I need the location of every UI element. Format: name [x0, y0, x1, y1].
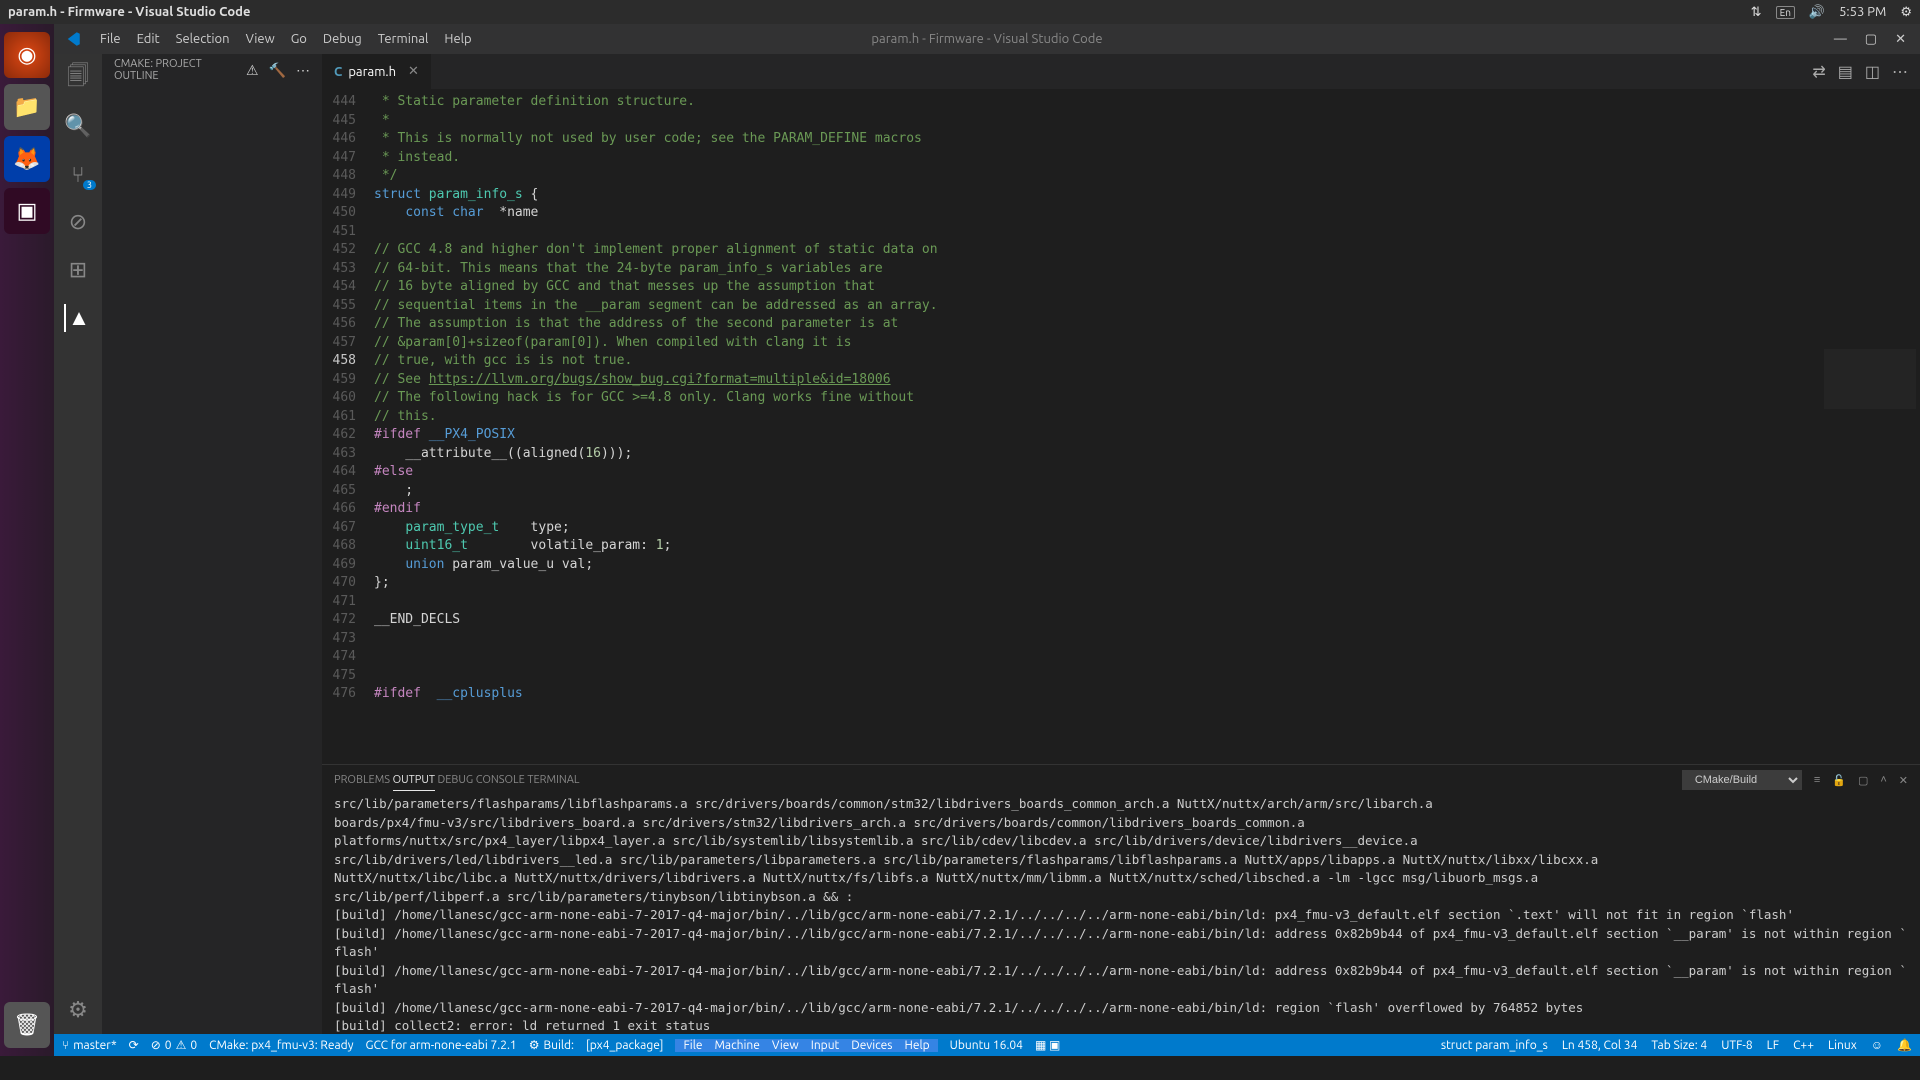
dash-icon[interactable]: ◉ — [4, 32, 50, 78]
panel-tab-bar: PROBLEMS OUTPUT DEBUG CONSOLE TERMINAL C… — [322, 765, 1920, 795]
sync-icon[interactable]: ⇅ — [1751, 5, 1762, 20]
files-icon[interactable]: 📁 — [4, 84, 50, 130]
notifications-icon[interactable]: 🔔 — [1897, 1038, 1912, 1052]
cursor-position[interactable]: Ln 458, Col 34 — [1562, 1038, 1638, 1052]
vm-menu-help[interactable]: Help — [905, 1039, 930, 1052]
compare-icon[interactable]: ⇄ — [1812, 62, 1825, 81]
menu-help[interactable]: Help — [436, 32, 479, 46]
menu-terminal[interactable]: Terminal — [370, 32, 437, 46]
sync-status-icon[interactable]: ⟳ — [129, 1038, 139, 1052]
panel-up-icon[interactable]: ˄ — [1880, 774, 1886, 786]
firefox-icon[interactable]: 🦊 — [4, 136, 50, 182]
vm-label: Ubuntu 16.04 — [950, 1039, 1023, 1052]
side-bar: CMAKE: PROJECT OUTLINE ⚠ 🔨 ⋯ — [102, 54, 322, 1034]
git-branch[interactable]: ⑂ master* — [62, 1039, 117, 1052]
line-gutter: 4444454464474484494504514524534544554564… — [322, 89, 374, 764]
tab-size[interactable]: Tab Size: 4 — [1651, 1038, 1707, 1052]
build-button[interactable]: ⚙ Build: — [529, 1038, 574, 1052]
vm-menu-file[interactable]: File — [683, 1039, 702, 1052]
panel-tab-terminal[interactable]: TERMINAL — [527, 774, 579, 786]
cmake-icon[interactable]: ▲ — [64, 304, 92, 332]
panel-close-icon[interactable]: ✕ — [1899, 774, 1908, 787]
minimize-icon[interactable]: — — [1834, 32, 1847, 47]
menu-selection[interactable]: Selection — [168, 32, 238, 46]
keyboard-lang[interactable]: En — [1776, 6, 1795, 19]
code-content[interactable]: * Static parameter definition structure.… — [374, 89, 1820, 764]
panel-tab-output[interactable]: OUTPUT — [393, 774, 435, 791]
output-channel-select[interactable]: CMake/Build — [1682, 770, 1802, 790]
split-icon[interactable]: ◫ — [1865, 62, 1880, 81]
tab-label: param.h — [348, 65, 396, 79]
vm-menu-devices[interactable]: Devices — [851, 1039, 892, 1052]
output-body[interactable]: src/lib/parameters/flashparams/libflashp… — [322, 795, 1920, 1034]
menu-file[interactable]: File — [92, 32, 129, 46]
encoding[interactable]: UTF-8 — [1721, 1038, 1752, 1052]
activity-bar: 🗐 🔍 ⑂ ⊘ ⊞ ▲ ⚙ — [54, 54, 102, 1034]
debug-icon[interactable]: ⊘ — [64, 208, 92, 236]
more-icon[interactable]: ⋯ — [296, 62, 310, 79]
terminal-icon[interactable]: ▣ — [4, 188, 50, 234]
window-title: param.h - Firmware - Visual Studio Code — [8, 5, 250, 19]
sidebar-header: CMAKE: PROJECT OUTLINE ⚠ 🔨 ⋯ — [102, 54, 322, 86]
system-tray: ⇅ En 🔊 5:53 PM ⚙ — [1751, 5, 1912, 20]
ubuntu-top-bar: param.h - Firmware - Visual Studio Code … — [0, 0, 1920, 24]
c-file-icon: C — [334, 65, 342, 79]
vscode-logo-icon — [64, 30, 82, 48]
editor-tab[interactable]: C param.h ✕ — [322, 54, 431, 89]
open-log-icon[interactable]: ▢ — [1858, 774, 1868, 787]
search-icon[interactable]: 🔍 — [64, 112, 92, 140]
panel-tab-problems[interactable]: PROBLEMS — [334, 774, 390, 786]
vm-menu-view[interactable]: View — [772, 1039, 799, 1052]
maximize-icon[interactable]: ▢ — [1865, 32, 1877, 47]
title-bar-text: param.h - Firmware - Visual Studio Code — [871, 32, 1102, 46]
menu-debug[interactable]: Debug — [315, 32, 370, 46]
tab-bar: C param.h ✕ ⇄ ▤ ◫ ⋯ — [322, 54, 1920, 89]
feedback-icon[interactable]: ☺ — [1871, 1038, 1883, 1052]
close-icon[interactable]: ✕ — [1895, 32, 1906, 47]
lock-scroll-icon[interactable]: 🔓 — [1832, 774, 1846, 787]
build-icon[interactable]: 🔨 — [269, 62, 286, 79]
explorer-icon[interactable]: 🗐 — [64, 64, 92, 92]
os-indicator[interactable]: Linux — [1828, 1038, 1857, 1052]
sidebar-title: CMAKE: PROJECT OUTLINE — [114, 58, 246, 82]
panel-tab-debug-console[interactable]: DEBUG CONSOLE — [437, 774, 524, 786]
source-control-icon[interactable]: ⑂ — [64, 160, 92, 188]
vm-menu-bar: File Machine View Input Devices Help — [675, 1039, 937, 1052]
menu-view[interactable]: View — [238, 32, 283, 46]
clock[interactable]: 5:53 PM — [1839, 5, 1886, 19]
language-mode[interactable]: C++ — [1793, 1038, 1814, 1052]
bottom-panel: PROBLEMS OUTPUT DEBUG CONSOLE TERMINAL C… — [322, 764, 1920, 1034]
context-indicator[interactable]: struct param_info_s — [1441, 1038, 1548, 1052]
warning-icon[interactable]: ⚠ — [246, 62, 259, 79]
menu-bar: FileEditSelectionViewGoDebugTerminalHelp… — [54, 24, 1920, 54]
vm-status-icon[interactable]: ▦ ▣ — [1035, 1038, 1060, 1052]
status-bar: ⑂ master* ⟳ ⊘ 0 ⚠ 0 CMake: px4_fmu-v3: R… — [54, 1034, 1920, 1056]
gear-icon[interactable]: ⚙ — [1900, 5, 1912, 20]
cmake-status[interactable]: CMake: px4_fmu-v3: Ready — [209, 1039, 353, 1052]
volume-icon[interactable]: 🔊 — [1809, 5, 1825, 20]
trash-icon[interactable]: 🗑 — [4, 1002, 50, 1048]
clear-icon[interactable]: ≡ — [1814, 774, 1820, 786]
settings-gear-icon[interactable]: ⚙ — [64, 996, 92, 1024]
build-target[interactable]: [px4_package] — [586, 1039, 663, 1052]
tab-close-icon[interactable]: ✕ — [408, 64, 419, 79]
code-editor[interactable]: 4444454464474484494504514524534544554564… — [322, 89, 1820, 764]
minimap[interactable] — [1820, 89, 1920, 764]
editor-area: C param.h ✕ ⇄ ▤ ◫ ⋯ 44444544644744844945… — [322, 54, 1920, 1034]
menu-edit[interactable]: Edit — [129, 32, 168, 46]
open-preview-icon[interactable]: ▤ — [1838, 62, 1853, 81]
extensions-icon[interactable]: ⊞ — [64, 256, 92, 284]
menu-go[interactable]: Go — [283, 32, 315, 46]
more-actions-icon[interactable]: ⋯ — [1892, 62, 1908, 81]
vm-menu-input[interactable]: Input — [811, 1039, 840, 1052]
vscode-window: FileEditSelectionViewGoDebugTerminalHelp… — [54, 24, 1920, 1056]
ubuntu-launcher: ◉ 📁 🦊 ▣ ⧉ 🗑 — [0, 24, 54, 1056]
vm-menu-machine[interactable]: Machine — [714, 1039, 759, 1052]
problems-status[interactable]: ⊘ 0 ⚠ 0 — [151, 1038, 197, 1052]
compiler-status[interactable]: GCC for arm-none-eabi 7.2.1 — [365, 1039, 516, 1052]
eol[interactable]: LF — [1767, 1038, 1779, 1052]
